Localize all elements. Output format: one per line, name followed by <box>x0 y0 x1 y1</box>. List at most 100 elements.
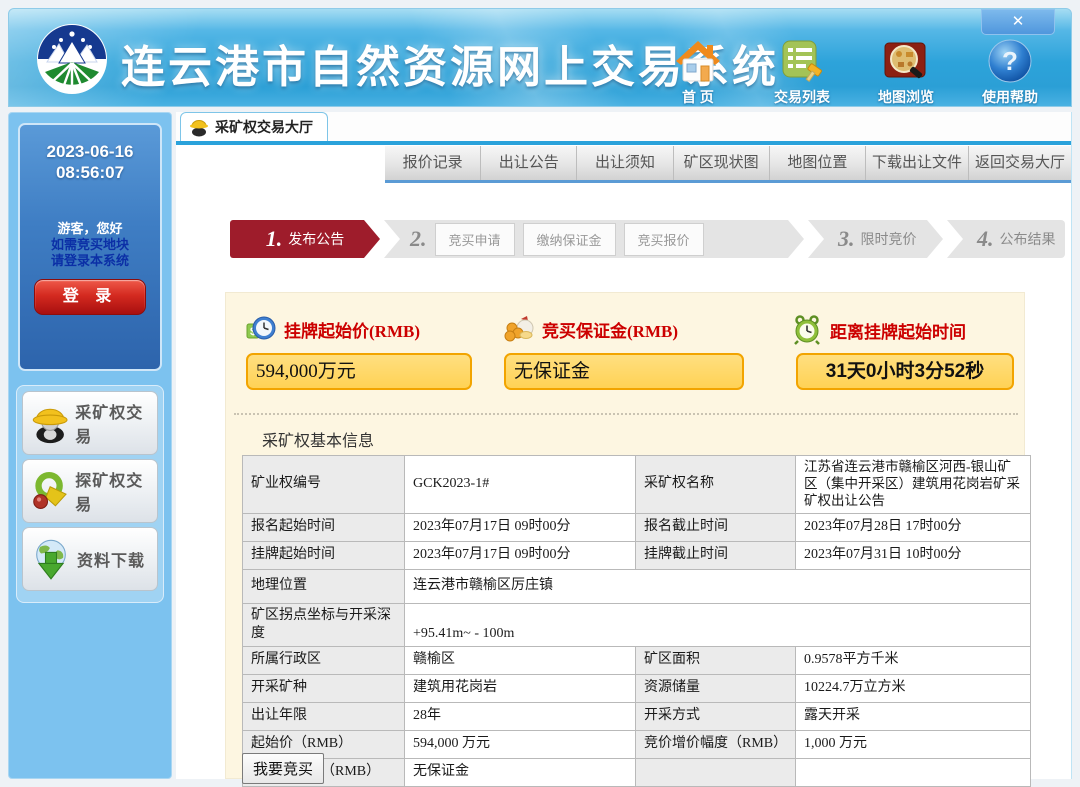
cell-label: 开采矿种 <box>243 675 405 703</box>
tab-bar: 采矿权交易大厅 <box>176 112 1071 141</box>
step-3-timed-bidding: 3. 限时竞价 <box>808 220 943 258</box>
step-1-number: 1. <box>266 226 283 252</box>
nav-transaction-list[interactable]: 交易列表 <box>763 37 841 107</box>
cell-label: 竞价增价幅度（RMB） <box>636 731 796 759</box>
deposit-value: 无保证金 <box>504 353 744 390</box>
clock-date: 2023-06-16 <box>20 141 160 162</box>
app-window: 连云港市自然资源网上交易系统 首 页 <box>0 0 1080 787</box>
cell-label <box>636 759 796 787</box>
cell-label: 报名起始时间 <box>243 513 405 541</box>
table-row: 矿业权编号 GCK2023-1# 采矿权名称 江苏省连云港市赣榆区河西-银山矿区… <box>243 456 1031 514</box>
countdown-value: 31天0小时3分52秒 <box>796 353 1014 390</box>
link-transfer-notes[interactable]: 出让须知 <box>577 146 673 180</box>
guest-greeting: 游客，您好 <box>20 218 160 237</box>
login-note: 如需竞买地块 请登录本系统 <box>20 237 160 270</box>
sidebar-item-exploration-rights-label: 探矿权交易 <box>75 467 157 515</box>
table-row: 地理位置 连云港市赣榆区厉庄镇 <box>243 569 1031 603</box>
app-logo-icon <box>35 22 109 96</box>
nav-home-label: 首 页 <box>659 87 737 107</box>
table-row: 开采矿种 建筑用花岗岩 资源储量 10224.7万立方米 <box>243 675 1031 703</box>
cell-value: 2023年07月31日 10时00分 <box>796 541 1031 569</box>
nav-home[interactable]: 首 页 <box>659 37 737 107</box>
map-browse-icon <box>867 37 945 85</box>
step-4-number: 4. <box>977 226 994 252</box>
cell-value: 594,000 万元 <box>405 731 636 759</box>
link-map-location[interactable]: 地图位置 <box>770 146 866 180</box>
step-2-bid-quote-button[interactable]: 竞买报价 <box>624 223 704 256</box>
cell-value: 建筑用花岗岩 <box>405 675 636 703</box>
table-row: 矿区拐点坐标与开采深度 +95.41m~ - 100m <box>243 603 1031 646</box>
countdown-label: 距离挂牌起始时间 <box>830 318 966 343</box>
home-icon <box>659 37 737 85</box>
bid-button[interactable]: 我要竞买 <box>242 753 324 784</box>
deposit-coins-icon <box>504 315 534 343</box>
step-1-label: 发布公告 <box>288 229 344 249</box>
cell-value <box>796 759 1031 787</box>
cell-value: GCK2023-1# <box>405 456 636 514</box>
table-row: 所属行政区 赣榆区 矿区面积 0.9578平方千米 <box>243 647 1031 675</box>
cell-label: 地理位置 <box>243 569 405 603</box>
price-clock-icon: $ <box>246 315 276 343</box>
cell-label: 报名截止时间 <box>636 513 796 541</box>
cell-label: 资源储量 <box>636 675 796 703</box>
clock: 2023-06-16 08:56:07 <box>20 141 160 184</box>
cell-value: 江苏省连云港市赣榆区河西-银山矿区（集中开采区）建筑用花岗岩矿采矿权出让公告 <box>796 456 1031 514</box>
cell-value: 连云港市赣榆区厉庄镇 <box>405 569 1031 603</box>
cell-label: 所属行政区 <box>243 647 405 675</box>
table-row: 出让年限 28年 开采方式 露天开采 <box>243 703 1031 731</box>
mining-rights-info-table: 矿业权编号 GCK2023-1# 采矿权名称 江苏省连云港市赣榆区河西-银山矿区… <box>242 455 1031 787</box>
step-1-announcement: 1. 发布公告 <box>230 220 380 258</box>
table-row: 竞买保证金（RMB） 无保证金 <box>243 759 1031 787</box>
miner-icon <box>29 401 71 445</box>
deposit-header: 竞买保证金(RMB) <box>504 315 678 343</box>
link-quote-record[interactable]: 报价记录 <box>385 146 481 180</box>
explore-icon <box>29 469 71 513</box>
step-2-pay-deposit-button[interactable]: 缴纳保证金 <box>523 223 616 256</box>
cell-value: 10224.7万立方米 <box>796 675 1031 703</box>
transaction-list-icon <box>763 37 841 85</box>
tab-miner-icon <box>189 117 209 137</box>
cell-label: 挂牌起始时间 <box>243 541 405 569</box>
nav-help-label: 使用帮助 <box>971 87 1049 107</box>
nav-help[interactable]: ? 使用帮助 <box>971 37 1049 107</box>
cell-label: 矿区面积 <box>636 647 796 675</box>
link-download-documents[interactable]: 下载出让文件 <box>866 146 969 180</box>
cell-label: 出让年限 <box>243 703 405 731</box>
table-row: 起始价（RMB） 594,000 万元 竞价增价幅度（RMB） 1,000 万元 <box>243 731 1031 759</box>
cell-value: 1,000 万元 <box>796 731 1031 759</box>
header-nav: 首 页 交易列表 <box>659 37 1049 107</box>
cell-value: 赣榆区 <box>405 647 636 675</box>
sidebar-menu: 采矿权交易 探矿权交易 资料下载 <box>16 385 164 603</box>
link-transfer-announcement[interactable]: 出让公告 <box>481 146 577 180</box>
link-mine-status-map[interactable]: 矿区现状图 <box>674 146 770 180</box>
countdown-header: 距离挂牌起始时间 <box>792 315 966 345</box>
basic-info-title: 采矿权基本信息 <box>262 427 374 451</box>
step-3-number: 3. <box>838 226 855 252</box>
nav-map-browse[interactable]: 地图浏览 <box>867 37 945 107</box>
main-content: 采矿权交易大厅 报价记录 出让公告 出让须知 矿区现状图 地图位置 下载出让文件… <box>176 112 1072 779</box>
download-icon <box>29 537 73 581</box>
login-button[interactable]: 登 录 <box>34 279 146 315</box>
starting-price-label: 挂牌起始价(RMB) <box>284 317 420 342</box>
cell-label: 开采方式 <box>636 703 796 731</box>
app-header: 连云港市自然资源网上交易系统 首 页 <box>8 8 1072 107</box>
sidebar-item-exploration-rights[interactable]: 探矿权交易 <box>22 459 158 523</box>
sidebar-item-downloads[interactable]: 资料下载 <box>22 527 158 591</box>
nav-map-browse-label: 地图浏览 <box>867 87 945 107</box>
deposit-label: 竞买保证金(RMB) <box>542 317 678 342</box>
cell-value: 0.9578平方千米 <box>796 647 1031 675</box>
step-2-bid-apply-button[interactable]: 竞买申请 <box>435 223 515 256</box>
cell-label: 矿区拐点坐标与开采深度 <box>243 603 405 646</box>
step-4-results: 4. 公布结果 <box>947 220 1065 258</box>
user-panel: 2023-06-16 08:56:07 游客，您好 如需竞买地块 请登录本系统 … <box>18 123 162 371</box>
link-return-hall[interactable]: 返回交易大厅 <box>969 146 1071 180</box>
tab-mining-hall[interactable]: 采矿权交易大厅 <box>180 112 328 141</box>
sidebar-item-mining-rights[interactable]: 采矿权交易 <box>22 391 158 455</box>
svg-text:?: ? <box>1002 46 1018 76</box>
listing-panel: $ 挂牌起始价(RMB) 594,000万元 竞买保 <box>225 292 1025 779</box>
step-2-application: 2. 竞买申请 缴纳保证金 竞买报价 <box>384 220 804 258</box>
cell-value: 28年 <box>405 703 636 731</box>
close-button[interactable]: ✕ <box>981 9 1055 35</box>
sidebar: 2023-06-16 08:56:07 游客，您好 如需竞买地块 请登录本系统 … <box>8 112 172 779</box>
tab-underline <box>176 141 1071 145</box>
